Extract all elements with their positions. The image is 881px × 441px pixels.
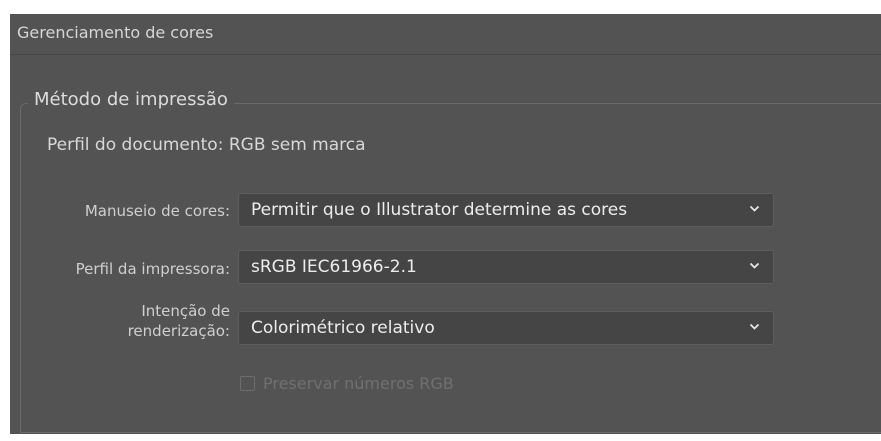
- rendering-intent-value: Colorimétrico relativo: [251, 318, 435, 338]
- printer-profile-value: sRGB IEC61966-2.1: [251, 257, 417, 277]
- panel-header: Gerenciamento de cores: [10, 14, 881, 55]
- checkbox-unchecked-icon: [240, 376, 255, 391]
- color-handling-label: Manuseio de cores:: [84, 202, 230, 220]
- panel-title: Gerenciamento de cores: [17, 23, 214, 42]
- printer-profile-dropdown[interactable]: sRGB IEC61966-2.1: [238, 250, 774, 284]
- preserve-rgb-label: Preservar números RGB: [263, 374, 454, 393]
- rendering-intent-label-line2: renderização:: [127, 322, 230, 340]
- document-profile-text: Perfil do documento: RGB sem marca: [47, 135, 366, 155]
- rendering-intent-dropdown[interactable]: Colorimétrico relativo: [238, 311, 774, 345]
- rendering-intent-label: Intenção de renderização:: [128, 301, 230, 341]
- color-handling-value: Permitir que o Illustrator determine as …: [251, 200, 628, 220]
- print-method-group-title: Método de impressão: [28, 89, 234, 110]
- chevron-down-icon: [749, 323, 760, 330]
- color-management-panel: Gerenciamento de cores Método de impress…: [10, 14, 881, 434]
- color-handling-dropdown[interactable]: Permitir que o Illustrator determine as …: [238, 193, 774, 227]
- chevron-down-icon: [749, 205, 760, 212]
- printer-profile-label: Perfil da impressora:: [75, 260, 230, 278]
- chevron-down-icon: [749, 262, 760, 269]
- rendering-intent-label-line1: Intenção de: [141, 302, 230, 320]
